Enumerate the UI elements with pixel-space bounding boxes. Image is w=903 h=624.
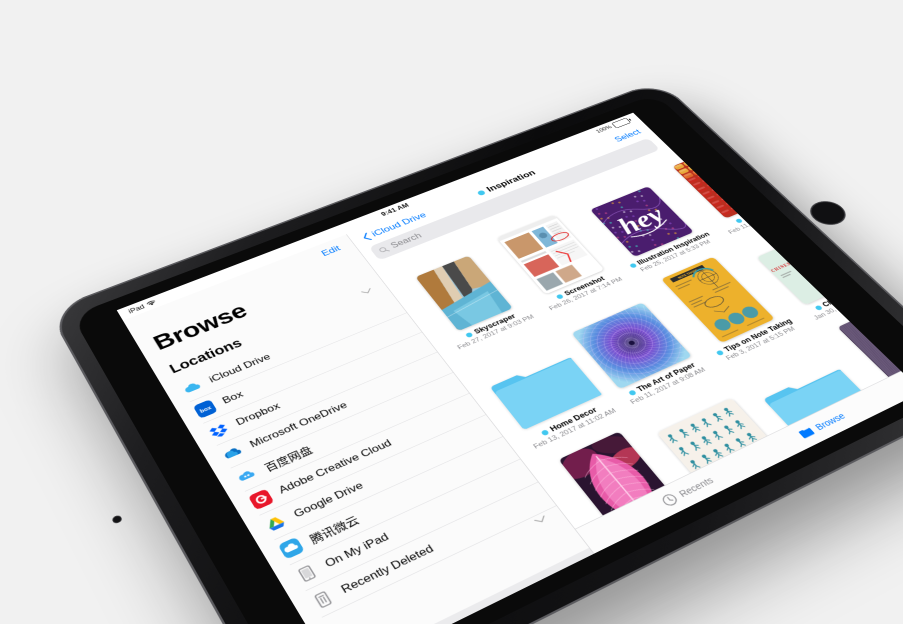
screenshot-stage: iPad 9:41 AM 100% Edit Browse Locations … [0, 0, 903, 624]
tag-dot-icon [629, 263, 637, 269]
chevron-down-icon-tags[interactable] [534, 515, 549, 525]
tab-label: Browse [813, 411, 847, 432]
tab-label: Recents [677, 475, 716, 499]
folder-icon [797, 425, 818, 440]
svg-text:SUMMER GARDEN PARTY: SUMMER GARDEN PARTY [762, 516, 851, 529]
select-button[interactable]: Select [612, 128, 643, 144]
search-icon [378, 246, 390, 255]
clock-icon [659, 492, 680, 509]
wifi-icon [146, 300, 157, 307]
chevron-left-icon [361, 232, 373, 241]
file-preview-image: SUMMER GARDEN PARTY [762, 514, 887, 528]
adobe-creative-cloud-icon [248, 489, 274, 511]
svg-text:Whitestone: Whitestone [900, 494, 901, 516]
chevron-down-icon[interactable] [360, 287, 373, 295]
tag-dot-icon [735, 218, 743, 223]
front-camera [112, 515, 122, 524]
file-preview-image: Whitestone Farm [862, 464, 901, 529]
tag-dot-icon [556, 293, 564, 299]
tag-dot-icon [476, 190, 486, 196]
edit-button[interactable]: Edit [319, 244, 342, 259]
ipad-device: iPad 9:41 AM 100% Edit Browse Locations … [47, 80, 903, 624]
tag-dot-icon [465, 332, 474, 338]
